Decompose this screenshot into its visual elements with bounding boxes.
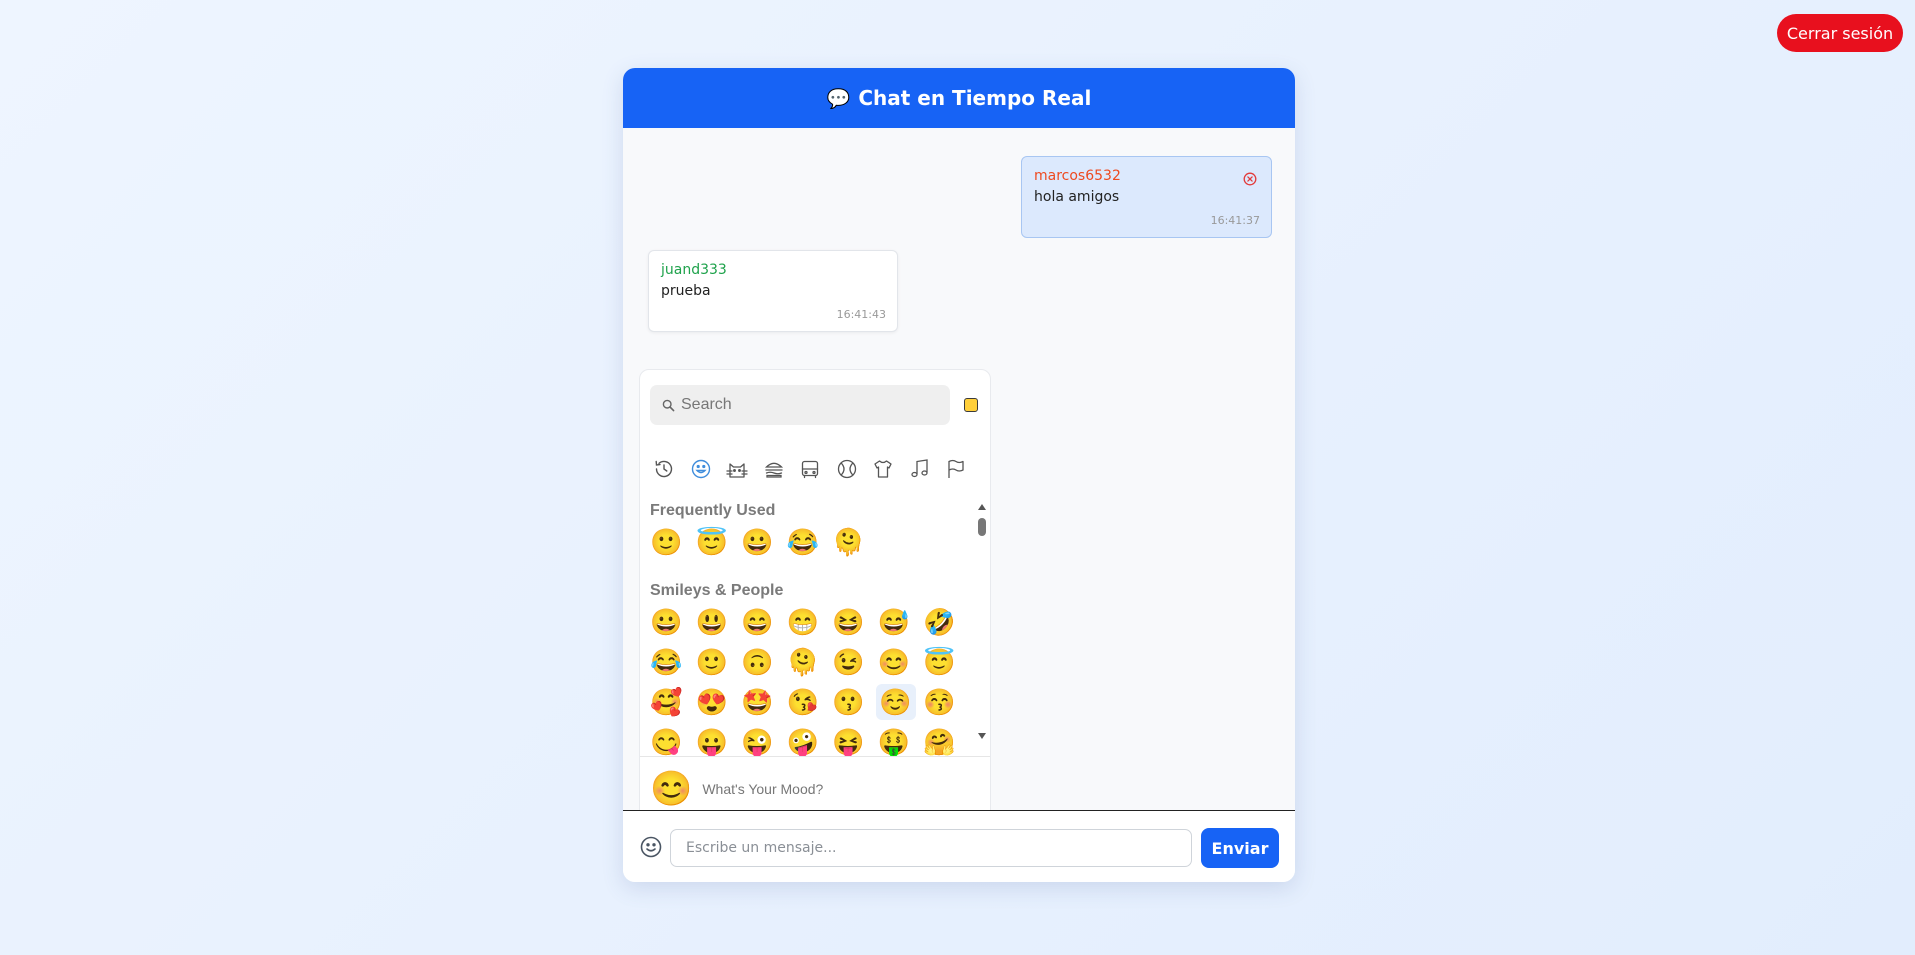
- chat-header: 💬 Chat en Tiempo Real: [623, 68, 1295, 128]
- preview-emoji: 😊: [650, 770, 693, 808]
- emoji[interactable]: 😆: [832, 604, 878, 640]
- emoji[interactable]: 😄: [741, 604, 787, 640]
- emoji[interactable]: 😀: [650, 604, 696, 640]
- message-text: hola amigos: [1034, 189, 1120, 205]
- animals-icon[interactable]: [725, 457, 749, 481]
- emoji[interactable]: 😅: [878, 604, 924, 640]
- section-frequently-used: Frequently Used: [650, 502, 776, 519]
- emoji[interactable]: 😘: [787, 684, 833, 720]
- emoji[interactable]: 🙃: [741, 644, 787, 680]
- emoji-hovered[interactable]: ☺️: [875, 684, 916, 720]
- message-username: marcos6532: [1034, 168, 1121, 184]
- scroll-down-arrow-icon[interactable]: [978, 733, 986, 739]
- emoji-picker: Frequently Used 🙂 😇 😀 😂 🫠 Smileys & Peop…: [639, 369, 991, 821]
- symbols-icon[interactable]: [908, 457, 932, 481]
- emoji-picker-toggle[interactable]: [639, 835, 663, 859]
- emoji[interactable]: 😂: [787, 524, 833, 560]
- message-input[interactable]: [670, 829, 1192, 867]
- emoji[interactable]: 😋: [650, 724, 696, 756]
- emoji[interactable]: 😇: [696, 524, 742, 560]
- logout-button[interactable]: Cerrar sesión: [1777, 14, 1903, 52]
- message-timestamp: 16:41:37: [1210, 214, 1260, 227]
- speech-bubble-icon: 💬: [826, 87, 851, 110]
- emoji[interactable]: 😛: [696, 724, 742, 756]
- emoji[interactable]: 🙂: [696, 644, 742, 680]
- send-button[interactable]: Enviar: [1201, 828, 1279, 868]
- emoji[interactable]: 🤑: [878, 724, 924, 756]
- message-timestamp: 16:41:43: [836, 308, 886, 321]
- emoji-row: 🥰 😍 🤩 😘 😗 ☺️ 😚: [650, 684, 969, 720]
- emoji[interactable]: 😍: [696, 684, 742, 720]
- chat-title: Chat en Tiempo Real: [858, 86, 1092, 110]
- emoji-category-tabs: [652, 456, 968, 482]
- scroll-thumb[interactable]: [978, 518, 986, 536]
- emoji[interactable]: 😉: [832, 644, 878, 680]
- message-username: juand333: [661, 262, 727, 278]
- message-bubble-own: marcos6532 hola amigos 16:41:37: [1021, 156, 1272, 238]
- activities-icon[interactable]: [835, 457, 859, 481]
- travel-icon[interactable]: [798, 457, 822, 481]
- recent-icon[interactable]: [652, 457, 676, 481]
- emoji-row: 😀 😃 😄 😁 😆 😅 🤣: [650, 604, 969, 640]
- search-icon: [662, 399, 675, 411]
- emoji[interactable]: 😃: [696, 604, 742, 640]
- emoji[interactable]: 😗: [832, 684, 878, 720]
- emoji[interactable]: 😂: [650, 644, 696, 680]
- emoji[interactable]: 😇: [923, 644, 969, 680]
- emoji-scrollbar[interactable]: [977, 502, 987, 742]
- emoji[interactable]: 😝: [832, 724, 878, 756]
- emoji[interactable]: 🥰: [650, 684, 696, 720]
- emoji-search-box: [650, 385, 950, 425]
- section-smileys-people: Smileys & People: [650, 582, 784, 599]
- message-bubble-other: juand333 prueba 16:41:43: [648, 250, 898, 332]
- skin-tone-selector[interactable]: [964, 398, 978, 412]
- emoji[interactable]: 🤩: [741, 684, 787, 720]
- emoji[interactable]: 😀: [741, 524, 787, 560]
- flags-icon[interactable]: [944, 457, 968, 481]
- emoji[interactable]: 🤪: [787, 724, 833, 756]
- smiley-icon: [640, 836, 662, 858]
- scroll-up-arrow-icon[interactable]: [978, 504, 986, 510]
- objects-icon[interactable]: [871, 457, 895, 481]
- message-text: prueba: [661, 283, 711, 299]
- emoji-row: 😂 🙂 🙃 🫠 😉 😊 😇: [650, 644, 969, 680]
- preview-text: What's Your Mood?: [702, 781, 824, 797]
- emoji[interactable]: 😊: [878, 644, 924, 680]
- emoji[interactable]: 🙂: [650, 524, 696, 560]
- delete-message-button[interactable]: [1243, 172, 1257, 186]
- chat-window: 💬 Chat en Tiempo Real marcos6532 hola am…: [623, 68, 1295, 882]
- emoji-search-input[interactable]: [679, 395, 923, 415]
- food-icon[interactable]: [762, 457, 786, 481]
- emoji[interactable]: 😁: [787, 604, 833, 640]
- message-list[interactable]: marcos6532 hola amigos 16:41:37 juand333…: [623, 128, 1295, 821]
- emoji[interactable]: 🤗: [923, 724, 969, 756]
- message-composer: Enviar: [623, 810, 1295, 882]
- emoji[interactable]: 🫠: [787, 644, 833, 680]
- emoji[interactable]: 🤣: [923, 604, 969, 640]
- smileys-icon[interactable]: [689, 457, 713, 481]
- emoji-row: 🙂 😇 😀 😂 🫠: [650, 524, 878, 560]
- emoji[interactable]: 😜: [741, 724, 787, 756]
- emoji[interactable]: 😚: [923, 684, 969, 720]
- emoji[interactable]: 🫠: [832, 524, 878, 560]
- close-circle-icon: [1243, 172, 1257, 186]
- emoji-row: 😋 😛 😜 🤪 😝 🤑 🤗: [650, 724, 969, 756]
- emoji-grid[interactable]: Frequently Used 🙂 😇 😀 😂 🫠 Smileys & Peop…: [640, 502, 978, 756]
